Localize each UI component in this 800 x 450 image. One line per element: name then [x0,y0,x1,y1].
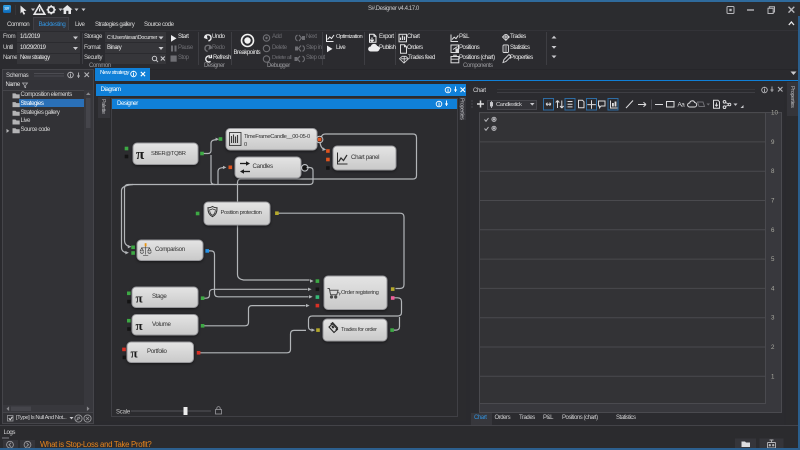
svg-text:π: π [131,346,138,361]
svg-text:Scale: Scale [116,410,131,416]
svg-text:8: 8 [771,168,775,175]
svg-text:9: 9 [771,139,775,146]
svg-text:2: 2 [771,344,775,351]
svg-text:3: 3 [771,315,775,322]
svg-text:π: π [136,318,143,333]
svg-text:1: 1 [771,373,775,380]
svg-text:6: 6 [771,227,775,234]
svg-text:π: π [136,291,143,306]
svg-text:7: 7 [771,198,775,205]
svg-text:5: 5 [771,256,775,263]
svg-text:4: 4 [771,285,775,292]
svg-text:10: 10 [771,110,778,117]
svg-text:π: π [136,147,145,163]
